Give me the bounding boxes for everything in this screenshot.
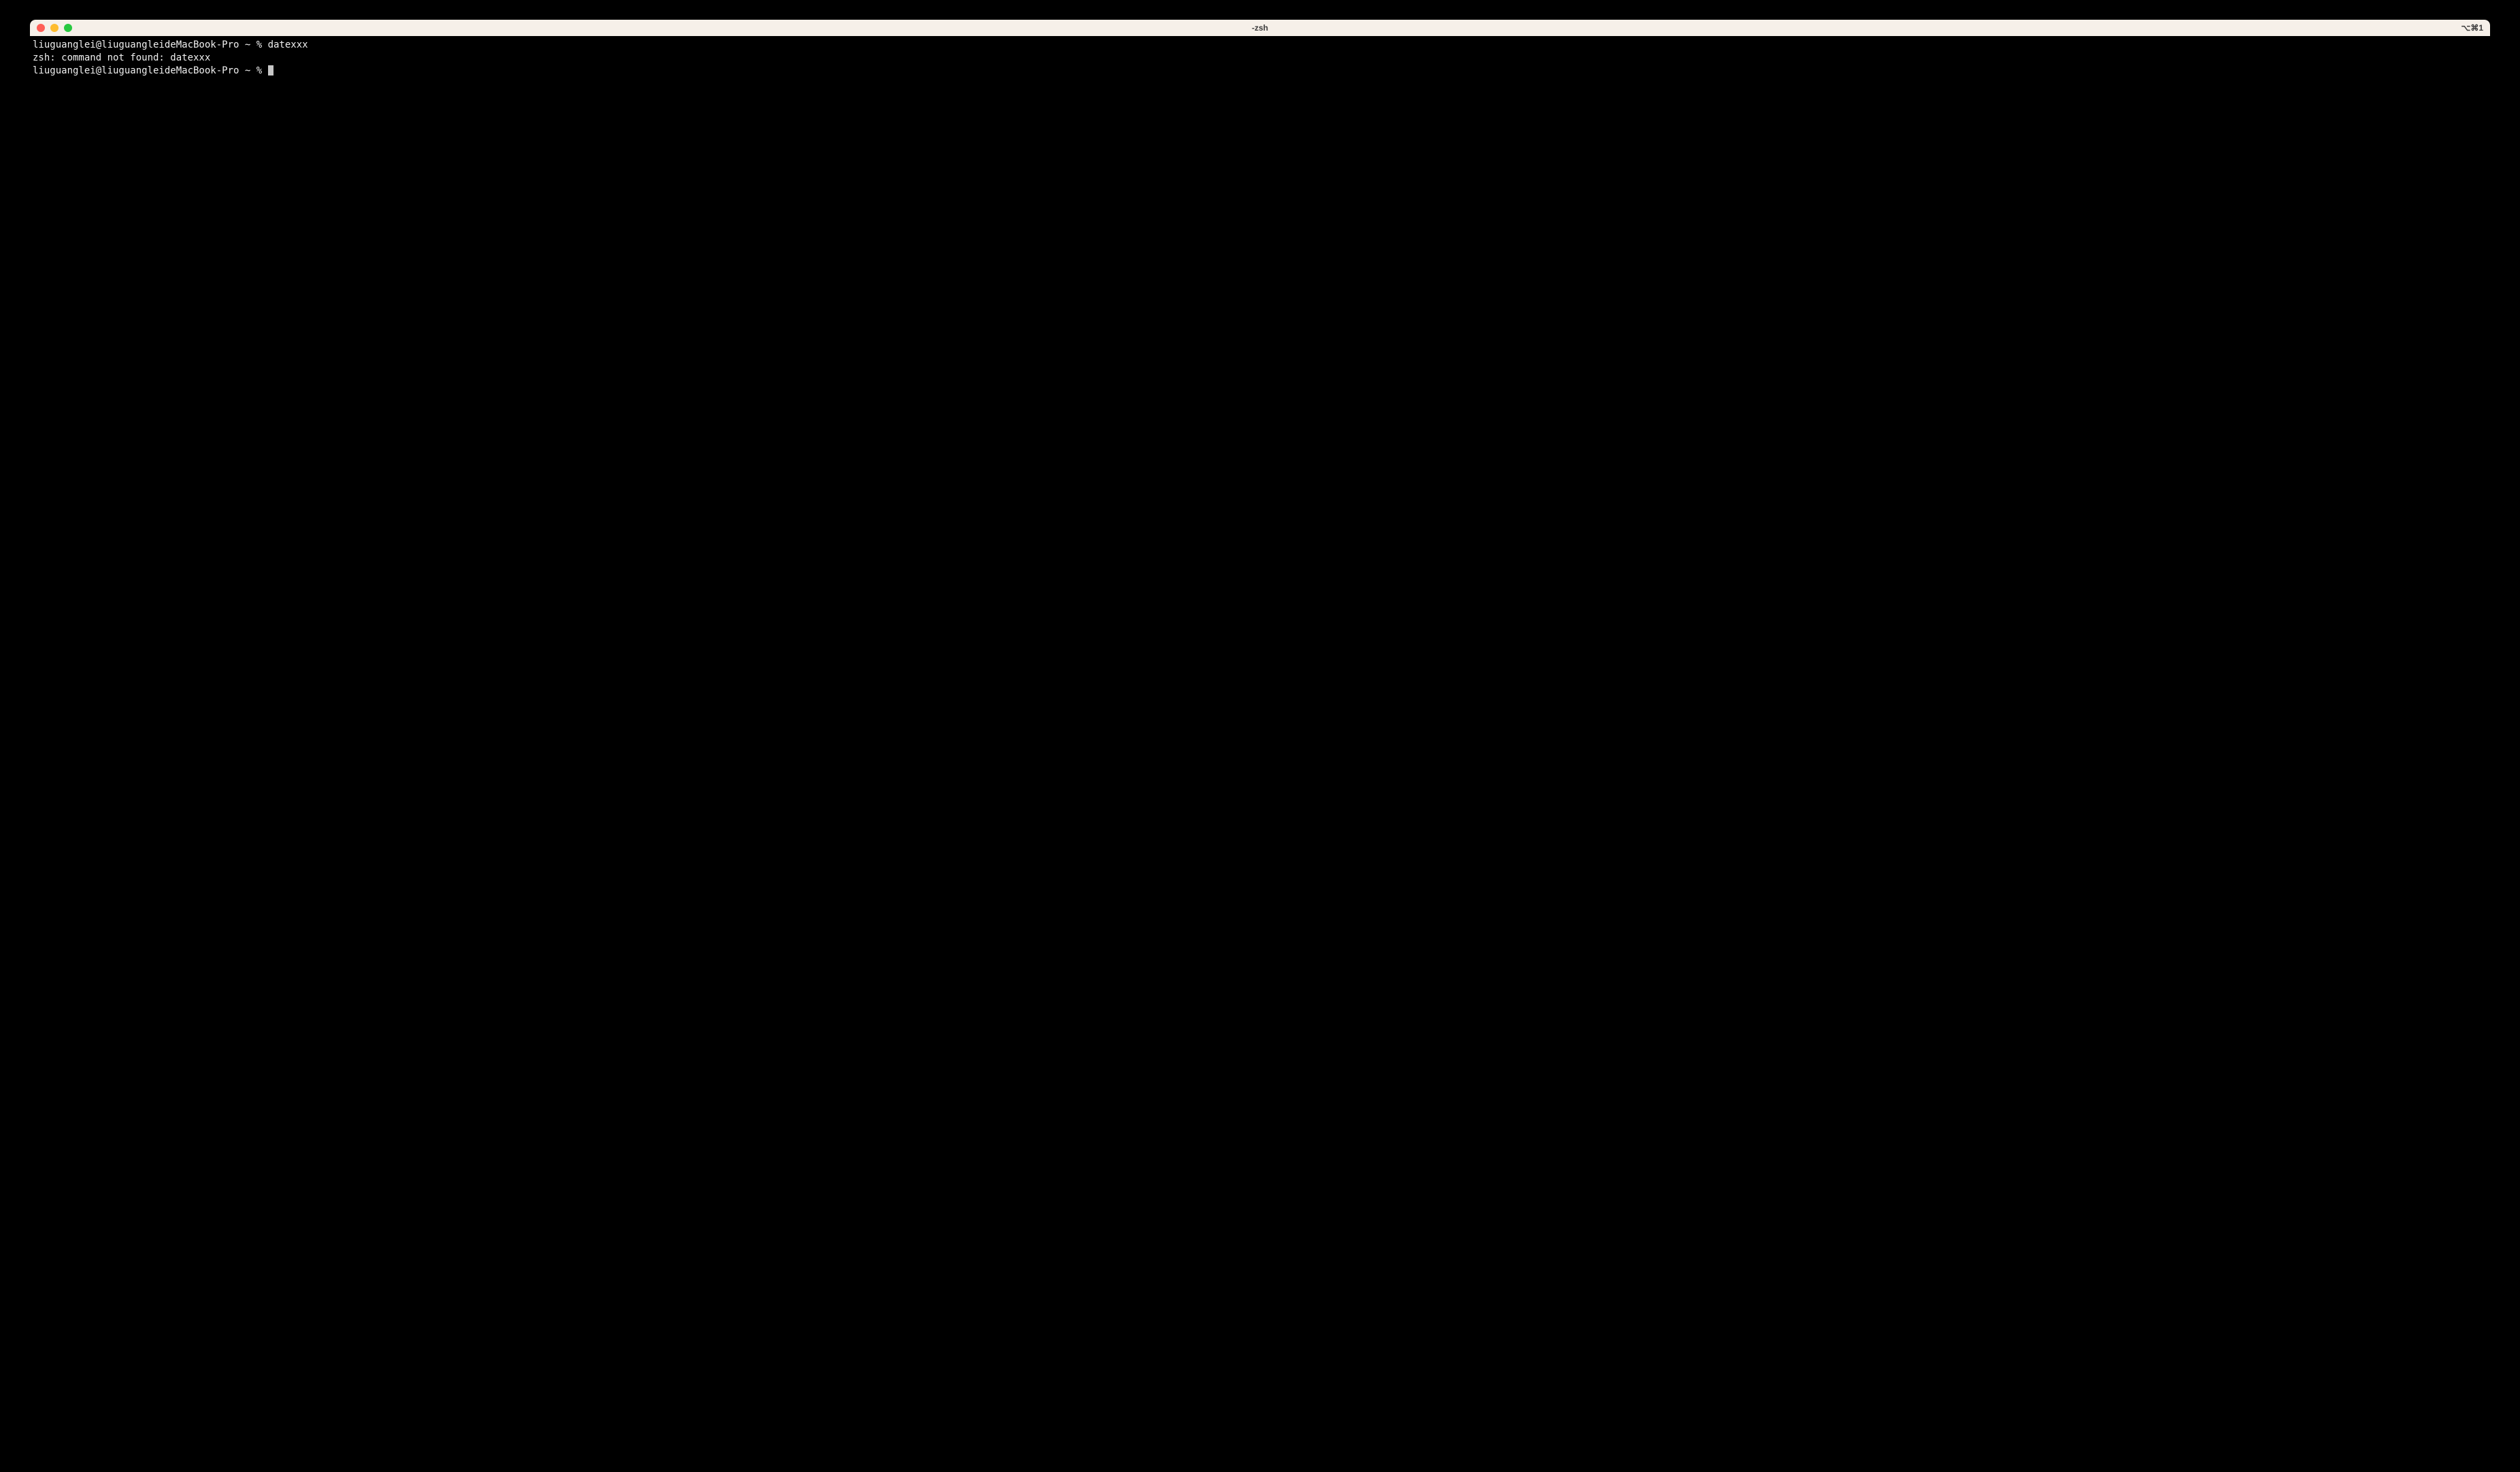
minimize-button[interactable] <box>50 24 59 32</box>
terminal-window: -zsh ⌥⌘1 liuguanglei@liuguangleideMacBoo… <box>30 20 2490 1433</box>
terminal-line: liuguanglei@liuguangleideMacBook-Pro ~ %… <box>33 39 2487 52</box>
zoom-button[interactable] <box>64 24 72 32</box>
terminal-prompt-line: liuguanglei@liuguangleideMacBook-Pro ~ % <box>33 65 2487 78</box>
traffic-lights <box>37 24 72 32</box>
window-title: -zsh <box>1252 23 1268 33</box>
cursor <box>268 65 273 76</box>
terminal-content[interactable]: liuguanglei@liuguangleideMacBook-Pro ~ %… <box>30 36 2490 1433</box>
terminal-line: zsh: command not found: datexxx <box>33 52 2487 65</box>
title-bar[interactable]: -zsh ⌥⌘1 <box>30 20 2490 36</box>
shortcut-indicator: ⌥⌘1 <box>2461 23 2483 33</box>
terminal-prompt: liuguanglei@liuguangleideMacBook-Pro ~ % <box>33 65 268 76</box>
close-button[interactable] <box>37 24 45 32</box>
